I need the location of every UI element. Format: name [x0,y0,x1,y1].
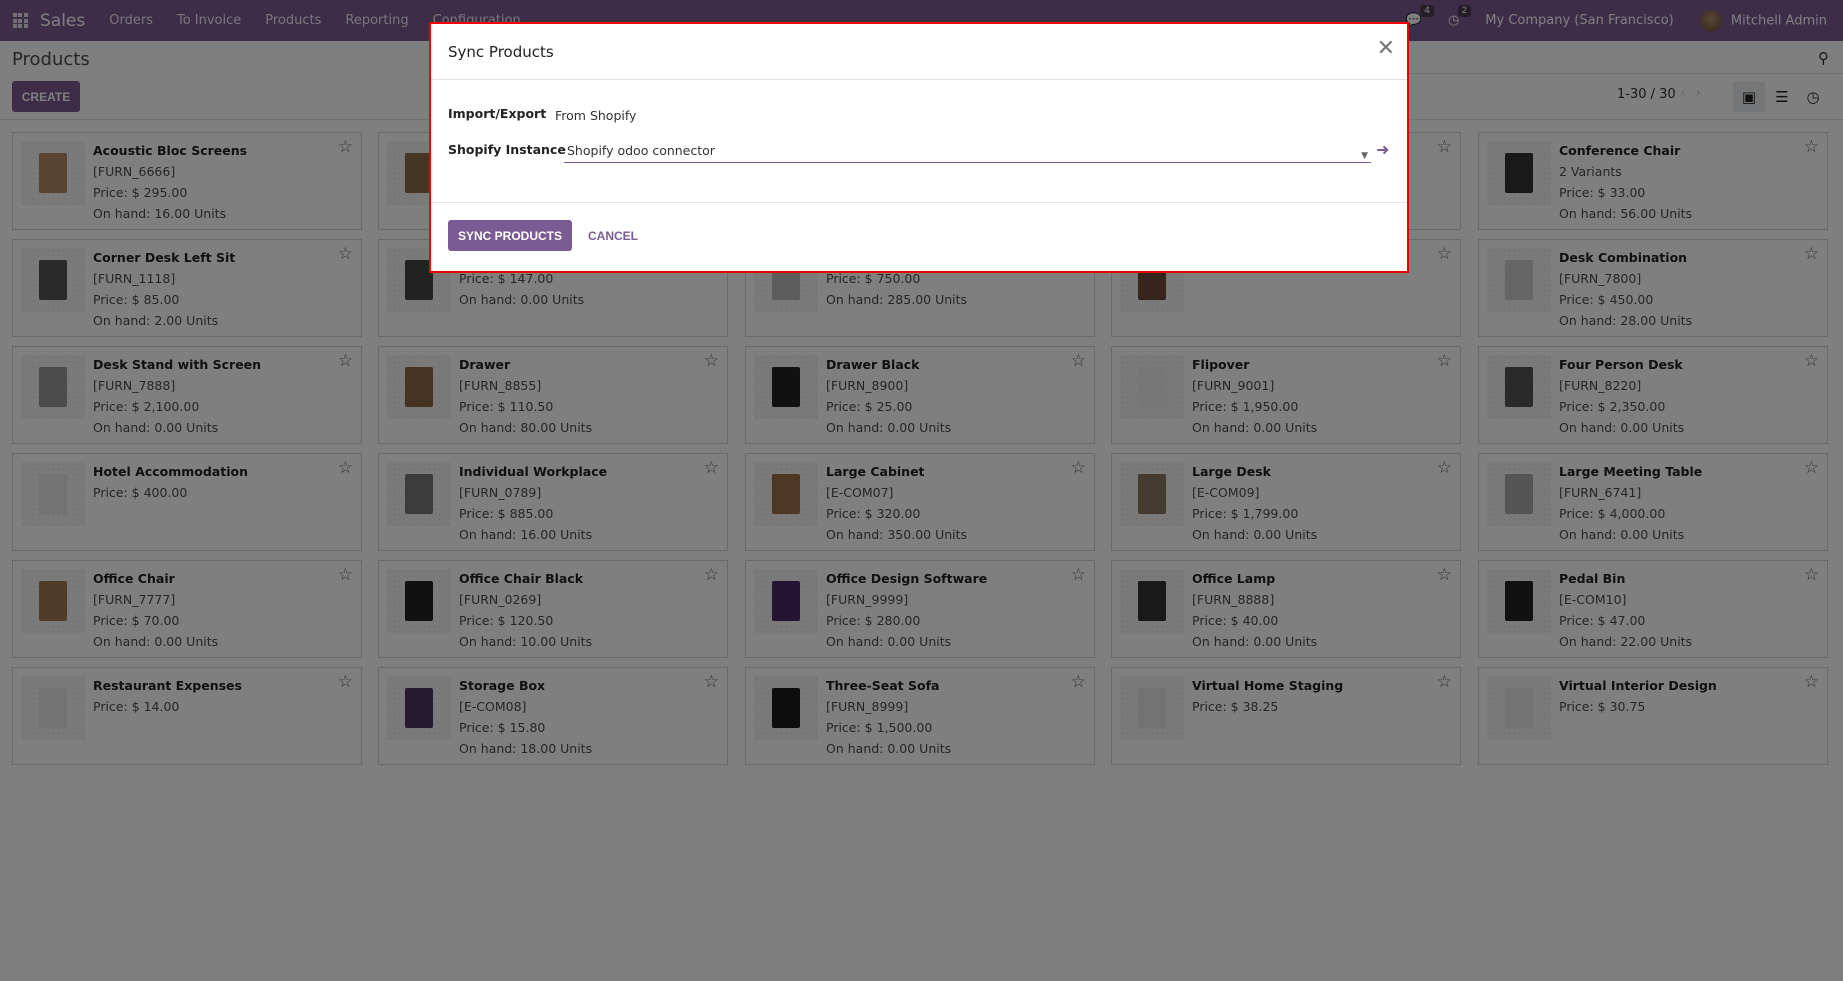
dialog-header: Sync Products ✕ [431,24,1407,80]
dialog-title: Sync Products [448,43,554,61]
sync-products-dialog: Sync Products ✕ Import/Export From Shopi… [429,22,1409,273]
shopify-instance-value: Shopify odoo connector [567,143,715,158]
cancel-button[interactable]: CANCEL [588,220,638,251]
import-export-label: Import/Export [448,106,547,121]
arrow-right-icon[interactable]: ➜ [1376,140,1389,159]
close-icon[interactable]: ✕ [1377,36,1395,61]
shopify-instance-select[interactable]: Shopify odoo connector ▼ [564,140,1371,163]
caret-down-icon[interactable]: ▼ [1361,145,1368,167]
shopify-instance-label: Shopify Instance [448,142,566,157]
import-export-value: From Shopify [555,108,637,123]
dialog-footer-divider [431,202,1407,203]
sync-products-button[interactable]: SYNC PRODUCTS [448,220,572,251]
